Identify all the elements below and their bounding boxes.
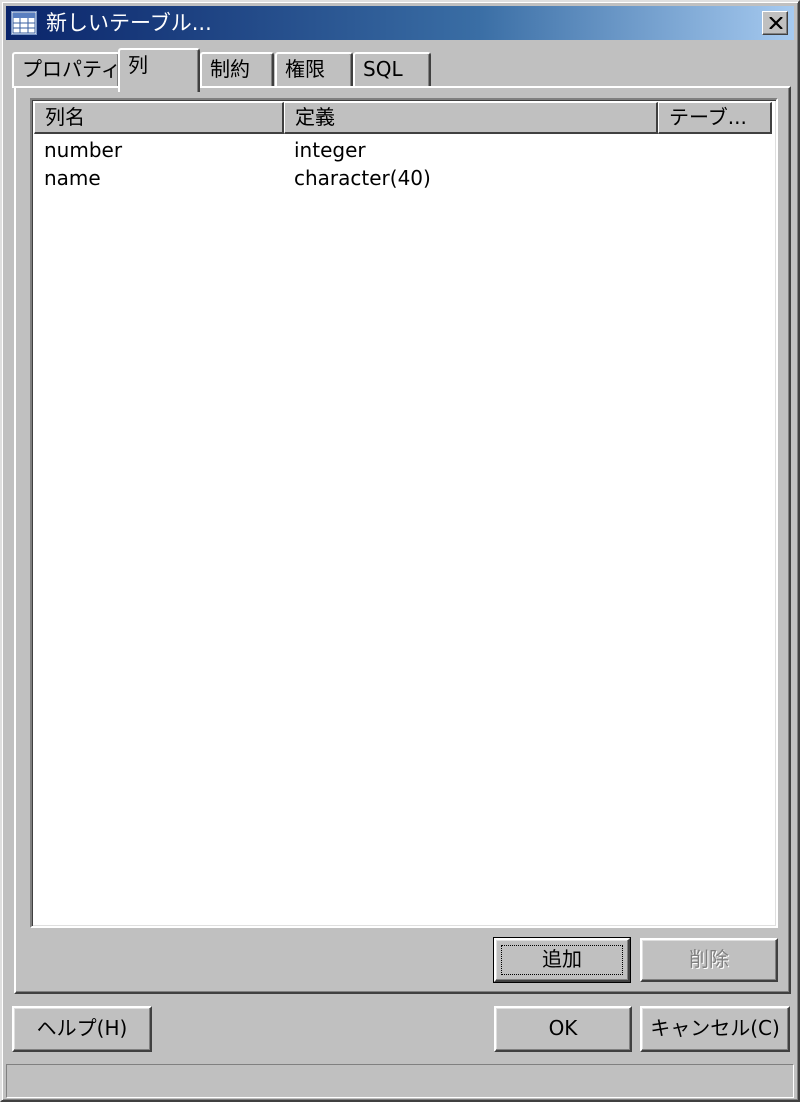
tab-properties[interactable]: プロパティ <box>12 52 121 88</box>
ok-button[interactable]: OK <box>494 1006 632 1052</box>
tab-label: プロパティ <box>22 57 121 81</box>
header-label: テーブ... <box>669 105 747 129</box>
cell-column-name: number <box>44 138 123 162</box>
tab-label: SQL <box>363 57 403 81</box>
dialog-window: 新しいテーブル... プロパティ 列 制約 権限 SQL 列名 定義 テーブ..… <box>0 0 800 1102</box>
button-label: ヘルプ(H) <box>36 1016 128 1040</box>
title-bar[interactable]: 新しいテーブル... <box>6 6 794 40</box>
column-header-table[interactable]: テーブ... <box>658 102 772 134</box>
help-button[interactable]: ヘルプ(H) <box>12 1006 152 1052</box>
window-title: 新しいテーブル... <box>46 11 212 35</box>
tab-columns[interactable]: 列 <box>118 48 200 92</box>
close-button[interactable] <box>762 11 788 35</box>
button-label: 追加 <box>542 947 582 971</box>
tab-label: 列 <box>128 53 148 77</box>
tab-label: 権限 <box>285 57 325 81</box>
header-label: 定義 <box>295 105 335 129</box>
delete-button[interactable]: 削除 <box>640 938 778 982</box>
button-label: キャンセル(C) <box>650 1016 780 1040</box>
columns-list[interactable]: 列名 定義 テーブ... number integer name charact… <box>30 98 778 928</box>
column-header-name[interactable]: 列名 <box>34 102 284 134</box>
cell-definition: integer <box>294 138 366 162</box>
tab-sql[interactable]: SQL <box>353 52 431 88</box>
tab-label: 制約 <box>210 57 250 81</box>
button-label: OK <box>548 1016 578 1040</box>
header-label: 列名 <box>45 105 85 129</box>
status-bar <box>6 1064 794 1098</box>
column-header-definition[interactable]: 定義 <box>284 102 658 134</box>
cancel-button[interactable]: キャンセル(C) <box>640 1006 790 1052</box>
tab-constraints[interactable]: 制約 <box>200 52 274 88</box>
columns-panel: 列名 定義 テーブ... number integer name charact… <box>14 86 791 994</box>
cell-column-name: name <box>44 166 101 190</box>
close-icon <box>769 17 783 29</box>
table-icon <box>11 11 37 35</box>
cell-definition: character(40) <box>294 166 431 190</box>
add-button[interactable]: 追加 <box>493 937 631 983</box>
tab-privileges[interactable]: 権限 <box>275 52 353 88</box>
button-label: 削除 <box>689 947 729 971</box>
